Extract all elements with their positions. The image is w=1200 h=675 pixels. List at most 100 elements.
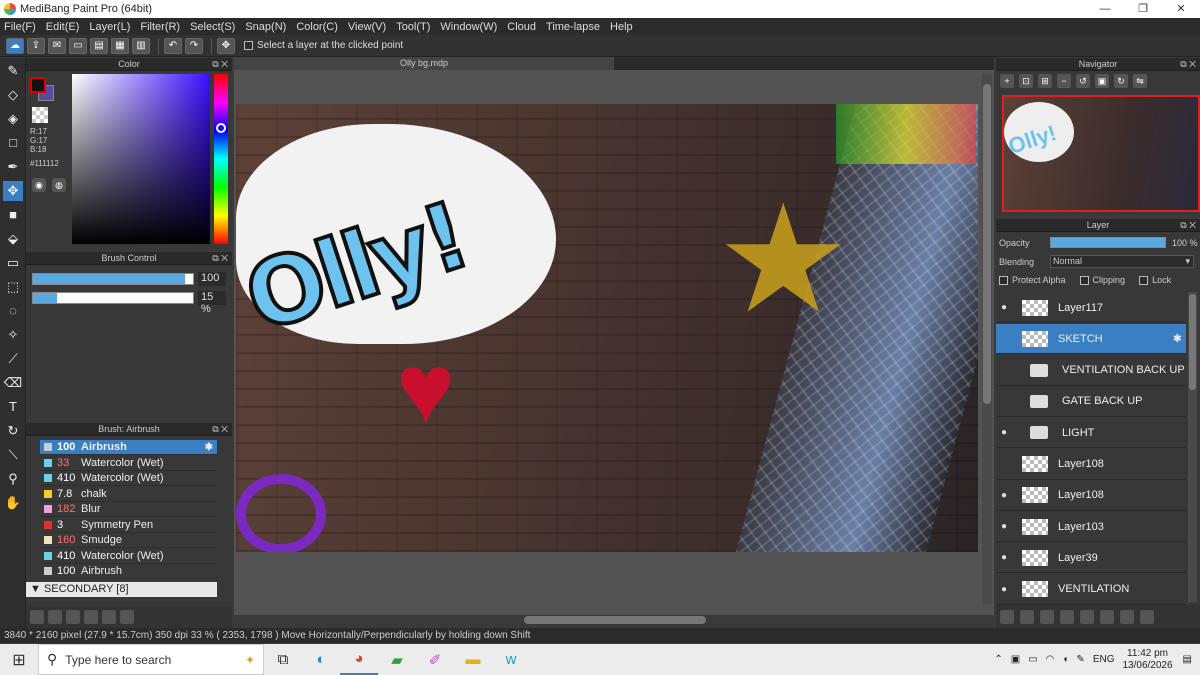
add-brush-icon[interactable] <box>30 610 44 624</box>
menu-file[interactable]: File(F) <box>4 21 36 33</box>
gear-icon[interactable]: ✱ <box>205 442 213 453</box>
file-explorer-icon[interactable]: ▬ <box>454 644 492 675</box>
color-wheel-icon[interactable]: ◍ <box>52 178 66 192</box>
redo-icon[interactable]: ↷ <box>185 37 203 54</box>
layer-scroll-thumb[interactable] <box>1189 294 1196 390</box>
volume-icon[interactable]: ◖ <box>1062 654 1068 665</box>
gear-icon[interactable]: ✱ <box>1173 332 1182 345</box>
artwork-canvas[interactable]: ★ Olly! ♥ <box>236 104 978 552</box>
panel-pin-icon[interactable]: ⧉ ✕ <box>1180 219 1196 232</box>
lock-checkbox[interactable] <box>1139 275 1149 285</box>
eyedropper-icon[interactable]: ⚲ <box>3 469 23 489</box>
tray-chevron-icon[interactable]: ⌃ <box>994 654 1002 665</box>
panel-pin-icon[interactable]: ⧉ ✕ <box>212 423 228 436</box>
brush-item[interactable]: 3 Symmetry Pen <box>40 518 217 533</box>
taskbar-clock[interactable]: 11:42 pm 13/06/2026 <box>1122 648 1172 672</box>
layer-row[interactable]: Layer108 <box>996 450 1186 480</box>
material-icon[interactable]: ▥ <box>132 37 150 54</box>
menu-timelapse[interactable]: Time-lapse <box>546 21 600 33</box>
foreground-color-swatch[interactable] <box>30 77 46 93</box>
brush-opacity-value[interactable]: 15 % <box>198 291 226 315</box>
select-rect-icon[interactable]: ⬚ <box>3 277 23 297</box>
taskbar-search-box[interactable]: ⚲ Type here to search ✦ <box>38 644 264 675</box>
visibility-toggle-icon[interactable]: ● <box>996 302 1012 313</box>
navigator-preview[interactable]: Olly! <box>1002 95 1200 212</box>
canvas-vertical-scrollbar[interactable] <box>982 74 992 604</box>
brush-item[interactable]: 160 Smudge <box>40 533 217 548</box>
shape-tool-icon[interactable]: □ <box>3 133 23 153</box>
saturation-value-picker[interactable] <box>72 74 210 244</box>
rotate-right-icon[interactable]: ↻ <box>1114 74 1128 88</box>
layer-scrollbar[interactable] <box>1188 292 1197 602</box>
visibility-toggle-icon[interactable]: ● <box>996 552 1012 563</box>
vertical-scroll-thumb[interactable] <box>983 84 991 404</box>
text-tool-icon[interactable]: T <box>3 397 23 417</box>
delete-icon[interactable] <box>120 610 134 624</box>
select-tool-icon[interactable]: ✥ <box>217 37 235 54</box>
upload-icon[interactable]: ⇪ <box>27 37 45 54</box>
brush-item[interactable]: 33 Watercolor (Wet) <box>40 456 217 471</box>
paint-3d-icon[interactable]: ✐ <box>416 644 454 675</box>
transparent-color-swatch[interactable] <box>32 107 48 123</box>
hue-slider-knob[interactable] <box>216 123 226 133</box>
menu-layer[interactable]: Layer(L) <box>89 21 130 33</box>
brush-item[interactable]: 182 Blur <box>40 502 217 517</box>
medibang-taskbar-icon[interactable]: ◕ <box>340 644 378 675</box>
menu-color[interactable]: Color(C) <box>296 21 338 33</box>
new-layer-menu-icon[interactable] <box>1060 609 1074 624</box>
layer-row[interactable]: ● LIGHT <box>996 418 1186 449</box>
menu-cloud[interactable]: Cloud <box>507 21 536 33</box>
pen-icon[interactable]: ✎ <box>1076 654 1084 665</box>
menu-snap[interactable]: Snap(N) <box>245 21 286 33</box>
layer-row[interactable]: ● Layer39 <box>996 543 1186 574</box>
visibility-toggle-icon[interactable]: ● <box>996 490 1012 501</box>
brush-item[interactable]: 100 Airbrush ✱ <box>40 440 217 455</box>
duplicate-layer-icon[interactable] <box>1100 609 1114 624</box>
eraser-tool-icon[interactable]: ◇ <box>3 85 23 105</box>
chat-icon[interactable]: ▭ <box>69 37 87 54</box>
pen-tool-icon[interactable]: ✒ <box>3 157 23 177</box>
hue-slider[interactable] <box>214 74 228 244</box>
flip-icon[interactable]: ⇋ <box>1133 74 1147 88</box>
hand-tool-icon[interactable]: ✋ <box>3 493 23 513</box>
visibility-toggle-icon[interactable]: ● <box>996 584 1012 595</box>
panel-pin-icon[interactable]: ⧉ ✕ <box>212 252 228 265</box>
layer-row[interactable]: ● Layer108 <box>996 481 1186 511</box>
menu-select[interactable]: Select(S) <box>190 21 235 33</box>
menu-edit[interactable]: Edit(E) <box>46 21 80 33</box>
clipping-checkbox[interactable] <box>1079 275 1089 285</box>
fill-tool-icon[interactable]: ■ <box>3 205 23 225</box>
new-folder-icon[interactable] <box>1080 609 1094 624</box>
delete-layer-icon[interactable] <box>1140 609 1154 624</box>
paint-app-icon[interactable]: ▰ <box>378 644 416 675</box>
protect-alpha-checkbox[interactable] <box>999 275 1008 285</box>
lasso-tool-icon[interactable]: ◌ <box>3 301 23 321</box>
panel-pin-icon[interactable]: ⧉ ✕ <box>212 58 228 71</box>
brush-item[interactable]: 100 Airbrush <box>40 564 217 579</box>
panel-pin-icon[interactable]: ⧉ ✕ <box>1180 58 1196 71</box>
divide-tool-icon[interactable]: ⟍ <box>3 445 23 465</box>
brush-size-slider[interactable] <box>32 273 194 285</box>
close-button[interactable]: ✕ <box>1162 0 1200 18</box>
brush-item[interactable]: 410 Watercolor (Wet) <box>40 471 217 486</box>
layer-row[interactable]: SKETCH ✱ <box>996 324 1186 355</box>
layer-row[interactable]: GATE BACK UP <box>996 387 1186 417</box>
layer-opacity-slider[interactable] <box>1050 237 1166 248</box>
brush-item[interactable]: 7.8 chalk <box>40 487 217 502</box>
select-layer-option[interactable]: Select a layer at the clicked point <box>244 40 403 51</box>
bucket-tool-icon[interactable]: ⬙ <box>3 229 23 249</box>
task-view-icon[interactable]: ⧉ <box>264 644 302 675</box>
lock-option[interactable]: Lock <box>1139 275 1171 285</box>
notification-icon[interactable]: ▤ <box>1183 654 1192 665</box>
layer-row[interactable]: ● Layer117 <box>996 293 1186 323</box>
menu-help[interactable]: Help <box>610 21 633 33</box>
dot-eraser-icon[interactable]: ◈ <box>3 109 23 129</box>
gradient-tool-icon[interactable]: ▭ <box>3 253 23 273</box>
zoom-out-icon[interactable]: − <box>1057 74 1071 88</box>
brush-settings-icon[interactable] <box>66 610 80 624</box>
battery-icon[interactable]: ▭ <box>1028 654 1037 665</box>
undo-icon[interactable]: ↶ <box>164 37 182 54</box>
select-layer-checkbox[interactable] <box>244 41 253 50</box>
horizontal-scroll-thumb[interactable] <box>524 616 706 624</box>
brush-opacity-slider[interactable] <box>32 292 194 304</box>
